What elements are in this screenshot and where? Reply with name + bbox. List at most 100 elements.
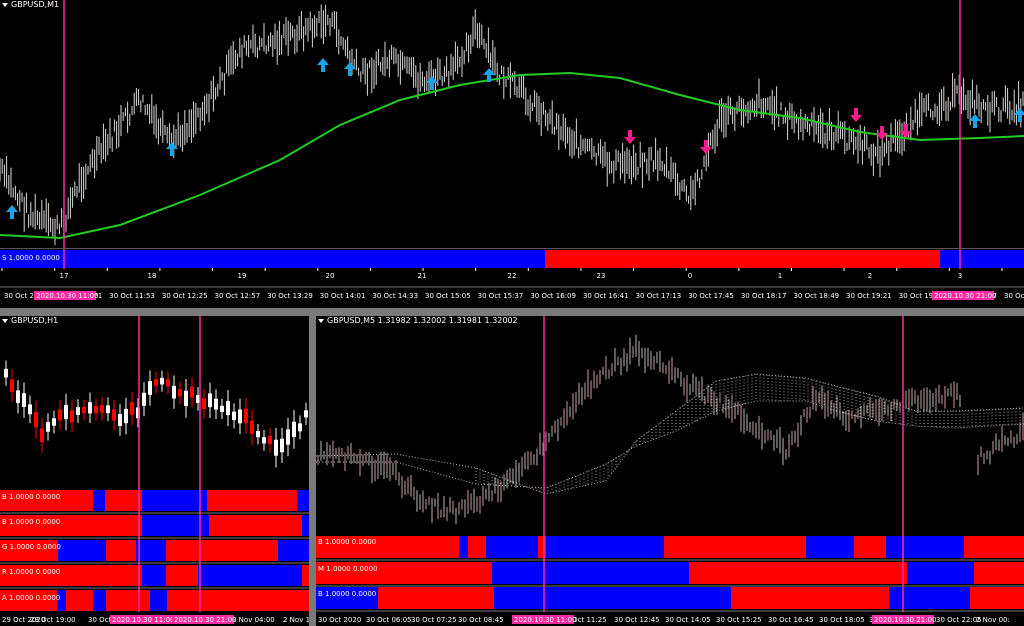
h1-candle-body bbox=[16, 390, 20, 404]
m5-indicator-label-2: M 1.0000 0.0000 bbox=[318, 565, 378, 573]
h1-candle-body bbox=[244, 408, 248, 423]
m5-time-label: 30 Oct 07:25 bbox=[411, 616, 457, 624]
m1-sell-arrow bbox=[624, 130, 636, 144]
m1-hour-label: 1 bbox=[778, 272, 782, 280]
h1-indicator-segment bbox=[106, 590, 150, 611]
m5-indicator-label-3: B 1.0000 0.0000 bbox=[318, 590, 377, 598]
h1-candle-body bbox=[304, 410, 308, 418]
frame-horizontal-divider[interactable] bbox=[0, 308, 1024, 316]
m5-indicator-segment bbox=[459, 536, 468, 558]
m5-indicator-label-1: B 1.0000 0.0000 bbox=[318, 538, 377, 546]
m1-hour-label: 20 bbox=[326, 272, 335, 280]
h1-candle-body bbox=[88, 402, 92, 414]
m5-cloud-span-b bbox=[316, 400, 1024, 489]
m1-time-label: 30 Oct 19:21 bbox=[846, 292, 892, 300]
h1-candle-body bbox=[274, 439, 278, 456]
h1-candle-body bbox=[94, 405, 98, 414]
h1-indicator-label-2: B 1.0000 0.0000 bbox=[2, 518, 61, 526]
chart-window-m1[interactable]: GBPUSD,M1 S 1.0000 0.0000 17 18 19 20 21 22 23… bbox=[0, 0, 1024, 308]
m5-indicator-segment bbox=[468, 536, 486, 558]
m1-hour-label: 0 bbox=[688, 272, 692, 280]
h1-indicator-segment bbox=[136, 540, 166, 561]
h1-candle-body bbox=[52, 418, 56, 426]
m1-time-label: 30 Oct 18:49 bbox=[793, 292, 839, 300]
m1-candles bbox=[0, 4, 1024, 246]
h1-candle-body bbox=[112, 409, 116, 421]
m1-indicator-segment bbox=[545, 250, 940, 268]
h1-candle-body bbox=[142, 392, 146, 406]
h1-candle-body bbox=[40, 428, 44, 443]
m5-indicator-segment bbox=[494, 587, 731, 609]
m5-cloud-span-a bbox=[316, 373, 1024, 495]
h1-indicator-segment bbox=[142, 490, 207, 511]
h1-candle-body bbox=[268, 436, 272, 445]
m1-price-chart[interactable] bbox=[0, 0, 1024, 248]
h1-candle-body bbox=[76, 407, 80, 415]
h1-candle-body bbox=[70, 410, 74, 423]
m5-indicator-segment bbox=[731, 587, 889, 609]
m5-indicator-segment bbox=[546, 536, 664, 558]
m5-time-label: 30 Oct 22:05 bbox=[936, 616, 982, 624]
h1-indicator-segment bbox=[278, 540, 309, 561]
m5-indicator-segment bbox=[538, 536, 546, 558]
h1-candle-body bbox=[4, 368, 8, 378]
h1-indicator-segment bbox=[166, 540, 278, 561]
h1-indicator-segment bbox=[142, 515, 209, 536]
h1-price-chart[interactable] bbox=[0, 316, 309, 488]
m1-time-label: 30 Oct 21: bbox=[1004, 292, 1024, 300]
h1-candle-body bbox=[124, 408, 128, 424]
m1-hour-label: 2 bbox=[868, 272, 872, 280]
m1-indicator-segment bbox=[0, 250, 545, 268]
m5-time-label: 30 Oct 18:05 bbox=[819, 616, 865, 624]
h1-candle-body bbox=[46, 422, 50, 432]
h1-indicator-segment bbox=[93, 490, 105, 511]
m1-buy-arrow bbox=[317, 58, 329, 72]
h1-indicator-segment bbox=[106, 540, 136, 561]
m1-hour-label: 17 bbox=[60, 272, 69, 280]
h1-candle-body bbox=[238, 409, 242, 424]
arrow-down-icon bbox=[850, 108, 862, 122]
h1-candle-body bbox=[172, 385, 176, 399]
m1-hour-label: 21 bbox=[418, 272, 427, 280]
m5-time-axis: 30 Oct 2020 30 Oct 06:05 30 Oct 07:25 30 Oc… bbox=[318, 615, 1010, 624]
m1-hour-label: 18 bbox=[148, 272, 157, 280]
m5-price-chart[interactable] bbox=[316, 316, 1024, 534]
m5-time-label: 2 Nov 00: bbox=[976, 616, 1010, 624]
h1-candle-body bbox=[64, 404, 68, 420]
chart-window-h1[interactable]: GBPUSD,H1 B 1.0000 0.0000 B 1.0000 0.000… bbox=[0, 316, 309, 626]
m1-highlight-1: 2020.10.30 11:00 bbox=[36, 292, 98, 300]
h1-candle-body bbox=[34, 412, 38, 428]
h1-time-label: 29 Oct 19:00 bbox=[30, 616, 76, 624]
h1-candle-body bbox=[100, 404, 104, 413]
m1-time-label: 30 Oct 16:09 bbox=[530, 292, 576, 300]
h1-candle-body bbox=[160, 377, 164, 385]
m1-indicator-segment bbox=[940, 250, 1024, 268]
h1-indicator-segment bbox=[142, 565, 166, 586]
h1-candle-body bbox=[154, 379, 158, 386]
frame-vertical-divider[interactable] bbox=[309, 316, 316, 626]
h1-indicator-segment bbox=[198, 565, 302, 586]
h1-candle-body bbox=[292, 421, 296, 438]
m5-indicator-segment bbox=[664, 536, 806, 558]
m5-indicator-segment bbox=[689, 562, 907, 584]
m5-indicator-bars[interactable] bbox=[316, 534, 1024, 612]
m1-indicator-bar[interactable] bbox=[0, 249, 1024, 269]
h1-candle-body bbox=[22, 393, 26, 407]
m5-indicator-segment bbox=[486, 536, 538, 558]
m5-time-label: 30 Oct 12:45 bbox=[614, 616, 660, 624]
m5-indicator-segment bbox=[964, 536, 1024, 558]
h1-indicator-label-1: B 1.0000 0.0000 bbox=[2, 493, 61, 501]
m1-moving-average-line bbox=[0, 71, 1024, 240]
m5-highlight-2: 2020.10.30 21:00 bbox=[874, 616, 936, 624]
h1-indicator-segment bbox=[66, 590, 93, 611]
h1-candle-body bbox=[166, 379, 170, 387]
m1-hour-label: 19 bbox=[238, 272, 247, 280]
m1-time-label: 30 Oct 13:29 bbox=[267, 292, 313, 300]
h1-indicator-segment bbox=[105, 490, 142, 511]
m5-indicator-segment bbox=[378, 587, 494, 609]
h1-candle-body bbox=[280, 438, 284, 453]
chart-window-m5[interactable]: GBPUSD,M5 1.31982 1.32002 1.31981 1.3200… bbox=[316, 316, 1024, 626]
m5-indicator-segment bbox=[970, 587, 1024, 609]
h1-candle-body bbox=[298, 423, 302, 432]
h1-candle-body bbox=[130, 402, 134, 415]
